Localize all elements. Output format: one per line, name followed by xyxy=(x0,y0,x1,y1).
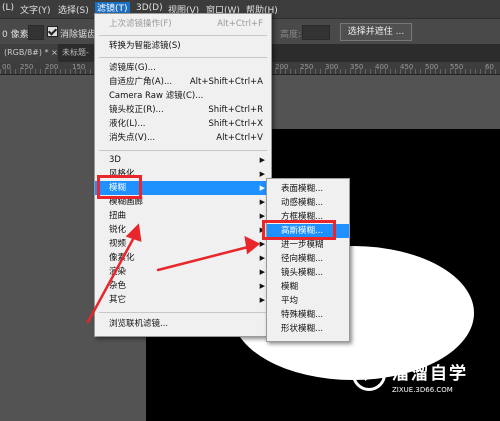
arrow-head-1 xyxy=(125,223,142,242)
watermark: 溜溜自学 ZIXUE.3D66.COM xyxy=(352,353,472,403)
play-logo-icon xyxy=(352,357,386,391)
arrow-head-2 xyxy=(244,235,261,255)
arrow-line-1 xyxy=(86,228,140,324)
arrow-line-2 xyxy=(156,244,254,272)
watermark-title: 溜溜自学 xyxy=(392,364,468,384)
watermark-url: ZIXUE.3D66.COM xyxy=(392,386,453,394)
